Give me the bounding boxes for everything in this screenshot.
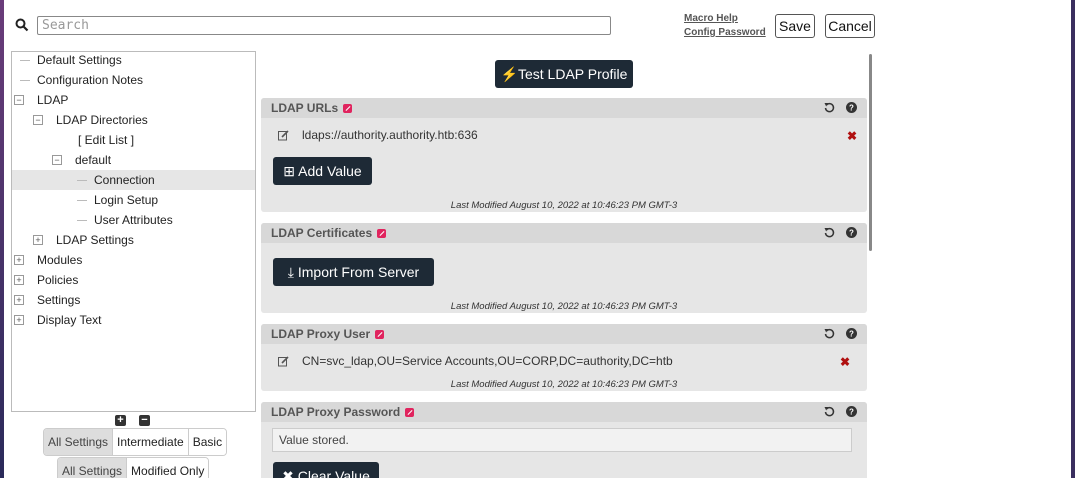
collapse-all-icon[interactable]: − xyxy=(139,415,150,426)
edit-icon[interactable] xyxy=(343,104,353,113)
section-title: LDAP Certificates xyxy=(271,226,373,240)
tree-item-display-text[interactable]: + Display Text xyxy=(12,310,255,330)
tree-item-edit-list[interactable]: [ Edit List ] xyxy=(12,130,255,150)
modified-all-settings[interactable]: All Settings xyxy=(58,458,128,478)
level-all-settings[interactable]: All Settings xyxy=(44,429,114,455)
tree-item-policies[interactable]: + Policies xyxy=(12,270,255,290)
proxy-user-value: CN=svc_ldap,OU=Service Accounts,OU=CORP,… xyxy=(302,354,673,368)
section-ldap-certificates: LDAP Certificates ? ⤓ Import From Server… xyxy=(261,223,867,313)
svg-text:?: ? xyxy=(849,330,854,339)
tree-item-settings[interactable]: + Settings xyxy=(12,290,255,310)
clear-value-button[interactable]: ✖ Clear Value xyxy=(273,462,379,478)
tree-item-ldap[interactable]: − LDAP xyxy=(12,90,255,110)
edit-icon[interactable] xyxy=(375,330,385,339)
modified-filter: All Settings Modified Only xyxy=(57,457,210,478)
edit-value-icon[interactable] xyxy=(278,356,289,367)
edit-icon[interactable] xyxy=(405,408,415,417)
password-stored-field: Value stored. xyxy=(272,428,852,452)
config-editor-panel: Search Macro Help Config Password Save C… xyxy=(4,0,1071,478)
svg-text:?: ? xyxy=(849,408,854,417)
cancel-button[interactable]: Cancel xyxy=(825,14,875,38)
level-filter: All Settings Intermediate Basic xyxy=(43,428,228,456)
tree-item-user-attributes[interactable]: User Attributes xyxy=(12,210,255,230)
settings-tree: Default Settings Configuration Notes − LD… xyxy=(11,51,256,412)
search-icon xyxy=(15,18,29,32)
bolt-icon: ⚡ xyxy=(500,66,518,82)
search-input[interactable]: Search xyxy=(37,16,611,35)
last-modified: Last Modified August 10, 2022 at 10:46:2… xyxy=(450,200,678,211)
delete-icon[interactable]: ✖ xyxy=(847,129,857,143)
tree-item-modules[interactable]: + Modules xyxy=(12,250,255,270)
tree-item-default[interactable]: − default xyxy=(12,150,255,170)
ldap-url-value: ldaps://authority.authority.htb:636 xyxy=(302,128,478,142)
tree-item-login-setup[interactable]: Login Setup xyxy=(12,190,255,210)
expand-icon[interactable]: + xyxy=(14,255,24,265)
header-links: Macro Help Config Password xyxy=(684,12,766,40)
config-password-link[interactable]: Config Password xyxy=(684,26,766,40)
edit-icon[interactable] xyxy=(377,229,387,238)
reset-icon[interactable] xyxy=(824,328,835,339)
collapse-icon[interactable]: − xyxy=(14,95,24,105)
scrollbar[interactable] xyxy=(869,54,872,251)
level-basic[interactable]: Basic xyxy=(188,429,227,455)
section-title: LDAP URLs xyxy=(271,101,339,115)
svg-text:?: ? xyxy=(849,104,854,113)
test-ldap-profile-button[interactable]: ⚡Test LDAP Profile xyxy=(495,60,633,88)
help-icon[interactable]: ? xyxy=(846,406,857,417)
help-icon[interactable]: ? xyxy=(846,328,857,339)
tree-item-configuration-notes[interactable]: Configuration Notes xyxy=(12,70,255,90)
svg-text:?: ? xyxy=(849,229,854,238)
modified-only[interactable]: Modified Only xyxy=(127,458,209,478)
add-value-button[interactable]: ⊞ Add Value xyxy=(273,157,372,185)
download-icon: ⤓ xyxy=(287,264,294,280)
expand-icon[interactable]: + xyxy=(14,295,24,305)
level-intermediate[interactable]: Intermediate xyxy=(113,429,189,455)
reset-icon[interactable] xyxy=(824,227,835,238)
section-title: LDAP Proxy Password xyxy=(271,405,401,419)
plus-square-icon: ⊞ xyxy=(283,163,296,179)
last-modified: Last Modified August 10, 2022 at 10:46:2… xyxy=(450,301,678,312)
collapse-icon[interactable]: − xyxy=(33,115,43,125)
delete-icon[interactable]: ✖ xyxy=(840,355,850,369)
collapse-icon[interactable]: − xyxy=(52,155,62,165)
close-icon: ✖ xyxy=(282,468,294,478)
last-modified: Last Modified August 10, 2022 at 10:46:2… xyxy=(450,379,678,390)
expand-icon[interactable]: + xyxy=(14,315,24,325)
reset-icon[interactable] xyxy=(824,102,835,113)
section-title: LDAP Proxy User xyxy=(271,327,371,341)
tree-item-connection[interactable]: Connection xyxy=(12,170,255,190)
import-from-server-button[interactable]: ⤓ Import From Server xyxy=(273,258,434,286)
reset-icon[interactable] xyxy=(824,406,835,417)
tree-item-default-settings[interactable]: Default Settings xyxy=(12,50,255,70)
help-icon[interactable]: ? xyxy=(846,102,857,113)
expand-all-icon[interactable]: + xyxy=(115,415,126,426)
expand-icon[interactable]: + xyxy=(33,235,43,245)
tree-item-ldap-settings[interactable]: + LDAP Settings xyxy=(12,230,255,250)
section-ldap-proxy-password: LDAP Proxy Password ? Value stored. ✖ Cl… xyxy=(261,402,867,478)
edit-value-icon[interactable] xyxy=(278,130,289,141)
save-button[interactable]: Save xyxy=(775,14,815,38)
expand-icon[interactable]: + xyxy=(14,275,24,285)
macro-help-link[interactable]: Macro Help xyxy=(684,12,766,26)
tree-item-ldap-directories[interactable]: − LDAP Directories xyxy=(12,110,255,130)
help-icon[interactable]: ? xyxy=(846,227,857,238)
section-ldap-urls: LDAP URLs ? ldaps://authority.authority.… xyxy=(261,98,867,212)
section-ldap-proxy-user: LDAP Proxy User ? CN=svc_ldap,OU=Service… xyxy=(261,324,867,391)
